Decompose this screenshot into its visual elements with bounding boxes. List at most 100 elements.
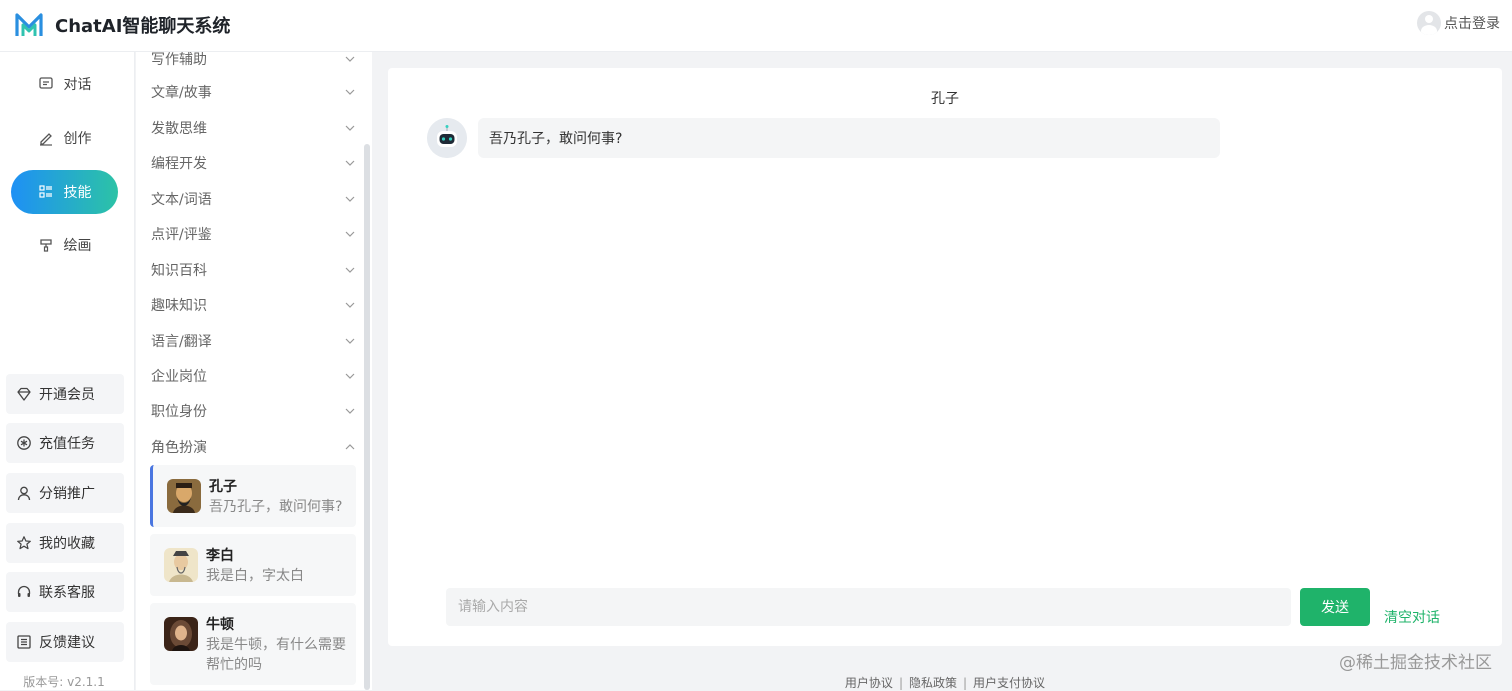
- category-row[interactable]: 企业岗位: [151, 361, 356, 391]
- avatar-icon: [1417, 11, 1441, 35]
- role-desc: 我是牛顿，有什么需要帮忙的吗: [206, 637, 346, 673]
- nav-item-label: 对话: [63, 77, 92, 93]
- version-label: 版本号: v2.1.1: [23, 675, 105, 689]
- login-label: 点击登录: [1444, 16, 1500, 32]
- category-label: 写作辅助: [151, 52, 207, 68]
- pencil-icon: [39, 133, 52, 146]
- footer-link-payment[interactable]: 用户支付协议: [973, 676, 1045, 690]
- category-scrollbar[interactable]: [364, 144, 370, 690]
- chevron-down-icon: [345, 125, 355, 131]
- nav-item-skills[interactable]: 技能: [11, 170, 118, 214]
- top-bar: ChatAI智能聊天系统 点击登录: [0, 0, 1512, 52]
- category-label: 职位身份: [151, 404, 207, 420]
- chevron-down-icon: [345, 302, 355, 308]
- role-name: 李白: [206, 548, 234, 564]
- category-label: 点评/评鉴: [151, 227, 212, 243]
- nav-item-label: 创作: [63, 131, 92, 147]
- nav-item-label: 绘画: [63, 238, 92, 254]
- diamond-icon: [17, 387, 31, 401]
- user-icon: [17, 486, 31, 501]
- category-row-roleplay[interactable]: 角色扮演: [151, 432, 356, 462]
- category-label: 文本/词语: [151, 192, 212, 208]
- chat-title: 孔子: [931, 91, 959, 107]
- chat-panel: 孔子 吾乃孔子，敢问何事? 发送 清空对话: [388, 68, 1502, 646]
- star-icon: [17, 536, 31, 550]
- libai-avatar: [164, 548, 198, 582]
- category-row[interactable]: 趣味知识: [151, 290, 356, 320]
- brush-icon: [39, 239, 52, 252]
- message-input[interactable]: [446, 588, 1291, 626]
- category-label: 角色扮演: [151, 440, 207, 456]
- role-card-confucius[interactable]: 孔子 吾乃孔子，敢问何事?: [150, 465, 356, 527]
- watermark: @稀土掘金技术社区: [1339, 653, 1492, 673]
- category-label: 趣味知识: [151, 298, 207, 314]
- footer-separator: |: [963, 676, 968, 690]
- message-icon: [38, 77, 53, 89]
- category-row[interactable]: 语言/翻译: [151, 326, 356, 356]
- category-label: 知识百科: [151, 263, 207, 279]
- feedback-button[interactable]: 反馈建议: [6, 622, 124, 662]
- assistant-message: 吾乃孔子，敢问何事?: [478, 118, 1220, 158]
- newton-avatar: [164, 617, 198, 651]
- referral-button[interactable]: 分销推广: [6, 473, 124, 513]
- category-row[interactable]: 知识百科: [151, 255, 356, 285]
- util-label: 开通会员: [39, 387, 95, 403]
- category-label: 企业岗位: [151, 369, 207, 385]
- category-label: 编程开发: [151, 156, 207, 172]
- clear-chat-link[interactable]: 清空对话: [1384, 607, 1440, 627]
- robot-icon: [427, 118, 467, 158]
- footer-link-user-agreement[interactable]: 用户协议: [845, 676, 893, 690]
- chevron-down-icon: [345, 160, 355, 166]
- nav-item-chat[interactable]: 对话: [11, 62, 118, 106]
- vip-button[interactable]: 开通会员: [6, 374, 124, 414]
- util-label: 联系客服: [39, 585, 95, 601]
- category-row[interactable]: 点评/评鉴: [151, 219, 356, 249]
- role-card-libai[interactable]: 李白 我是白，字太白: [150, 534, 356, 596]
- left-nav: 对话 创作 技能 绘画 开通会员 充值任务 分销推广 我的收藏 联系客服 反馈建…: [0, 52, 135, 690]
- util-label: 反馈建议: [39, 635, 95, 651]
- customer-service-button[interactable]: 联系客服: [6, 572, 124, 612]
- logo-icon: [15, 13, 43, 36]
- footer-link-privacy[interactable]: 隐私政策: [909, 676, 957, 690]
- chevron-down-icon: [345, 408, 355, 414]
- role-desc: 我是白，字太白: [206, 568, 304, 584]
- category-row[interactable]: 文章/故事: [151, 77, 356, 107]
- role-desc: 吾乃孔子，敢问何事?: [209, 499, 343, 515]
- recharge-task-button[interactable]: 充值任务: [6, 423, 124, 463]
- chevron-down-icon: [345, 231, 355, 237]
- role-name: 牛顿: [206, 617, 234, 633]
- confucius-avatar: [167, 479, 201, 513]
- category-row[interactable]: 写作辅助: [151, 52, 356, 74]
- footer-separator: |: [898, 676, 903, 690]
- category-row[interactable]: 发散思维: [151, 113, 356, 143]
- chevron-down-icon: [345, 267, 355, 273]
- nav-item-label: 技能: [63, 185, 92, 201]
- chevron-down-icon: [345, 338, 355, 344]
- util-label: 充值任务: [39, 436, 95, 452]
- category-label: 语言/翻译: [151, 334, 212, 350]
- chevron-down-icon: [345, 196, 355, 202]
- list-icon: [38, 185, 52, 198]
- category-label: 文章/故事: [151, 85, 212, 101]
- category-panel: 写作辅助 文章/故事 发散思维 编程开发 文本/词语 点评/评鉴 知识百科 趣味…: [136, 52, 372, 690]
- category-row[interactable]: 职位身份: [151, 396, 356, 426]
- category-label: 发散思维: [151, 121, 207, 137]
- category-row[interactable]: 编程开发: [151, 148, 356, 178]
- headset-icon: [17, 585, 31, 597]
- message-text: 吾乃孔子，敢问何事?: [489, 131, 623, 147]
- nav-item-draw[interactable]: 绘画: [11, 223, 118, 267]
- send-button[interactable]: 发送: [1300, 588, 1370, 626]
- chevron-down-icon: [345, 56, 355, 62]
- footer: 用户协议 | 隐私政策 | 用户支付协议: [388, 674, 1502, 691]
- asterisk-icon: [17, 436, 31, 450]
- chevron-down-icon: [345, 373, 355, 379]
- util-label: 我的收藏: [39, 536, 95, 552]
- nav-item-create[interactable]: 创作: [11, 116, 118, 160]
- chevron-down-icon: [345, 89, 355, 95]
- chevron-up-icon: [345, 444, 355, 450]
- util-label: 分销推广: [39, 486, 95, 502]
- role-card-newton[interactable]: 牛顿 我是牛顿，有什么需要帮忙的吗: [150, 603, 356, 685]
- category-row[interactable]: 文本/词语: [151, 184, 356, 214]
- login-button[interactable]: 点击登录: [1417, 11, 1500, 35]
- favorites-button[interactable]: 我的收藏: [6, 523, 124, 563]
